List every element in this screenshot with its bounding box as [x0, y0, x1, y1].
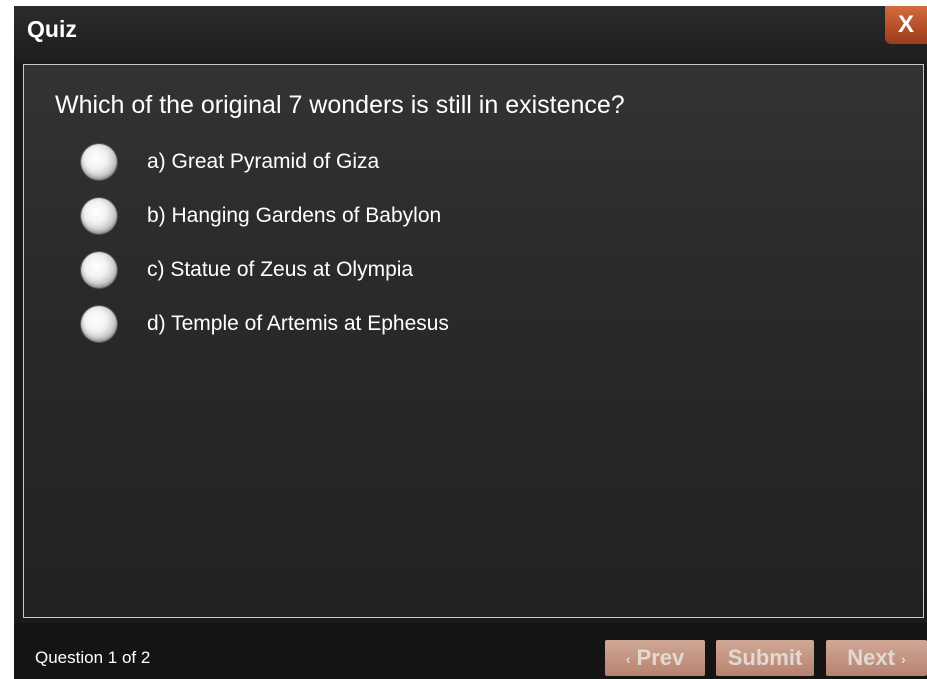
prev-button[interactable]: ‹ Prev	[605, 640, 705, 676]
quiz-footer: Question 1 of 2 ‹ Prev Submit Next ›	[14, 623, 927, 679]
title-bar: Quiz	[14, 6, 927, 63]
dialog-title: Quiz	[27, 16, 77, 42]
answer-label: c) Statue of Zeus at Olympia	[147, 258, 414, 281]
submit-button[interactable]: Submit	[716, 640, 814, 676]
question-panel: Which of the original 7 wonders is still…	[23, 64, 924, 618]
next-button[interactable]: Next ›	[826, 640, 927, 676]
chevron-right-icon: ›	[901, 651, 906, 668]
close-button[interactable]: X	[885, 6, 927, 44]
answer-option-d[interactable]: d) Temple of Artemis at Ephesus	[81, 297, 449, 351]
next-label: Next	[847, 645, 895, 670]
answer-label: b) Hanging Gardens of Babylon	[147, 204, 442, 227]
radio-button[interactable]	[81, 306, 117, 342]
radio-button[interactable]	[81, 144, 117, 180]
radio-button[interactable]	[81, 198, 117, 234]
submit-label: Submit	[727, 645, 803, 670]
answer-label: d) Temple of Artemis at Ephesus	[147, 312, 449, 335]
answer-option-c[interactable]: c) Statue of Zeus at Olympia	[81, 243, 449, 297]
question-counter: Question 1 of 2	[35, 648, 151, 667]
quiz-dialog: Quiz X Which of the original 7 wonders i…	[14, 6, 927, 679]
question-text: Which of the original 7 wonders is still…	[55, 91, 625, 119]
answer-option-a[interactable]: a) Great Pyramid of Giza	[81, 135, 449, 189]
chevron-left-icon: ‹	[625, 651, 631, 668]
radio-button[interactable]	[81, 252, 117, 288]
answer-options: a) Great Pyramid of Giza b) Hanging Gard…	[81, 135, 449, 351]
answer-option-b[interactable]: b) Hanging Gardens of Babylon	[81, 189, 449, 243]
answer-label: a) Great Pyramid of Giza	[147, 150, 380, 173]
prev-label: Prev	[636, 645, 685, 670]
